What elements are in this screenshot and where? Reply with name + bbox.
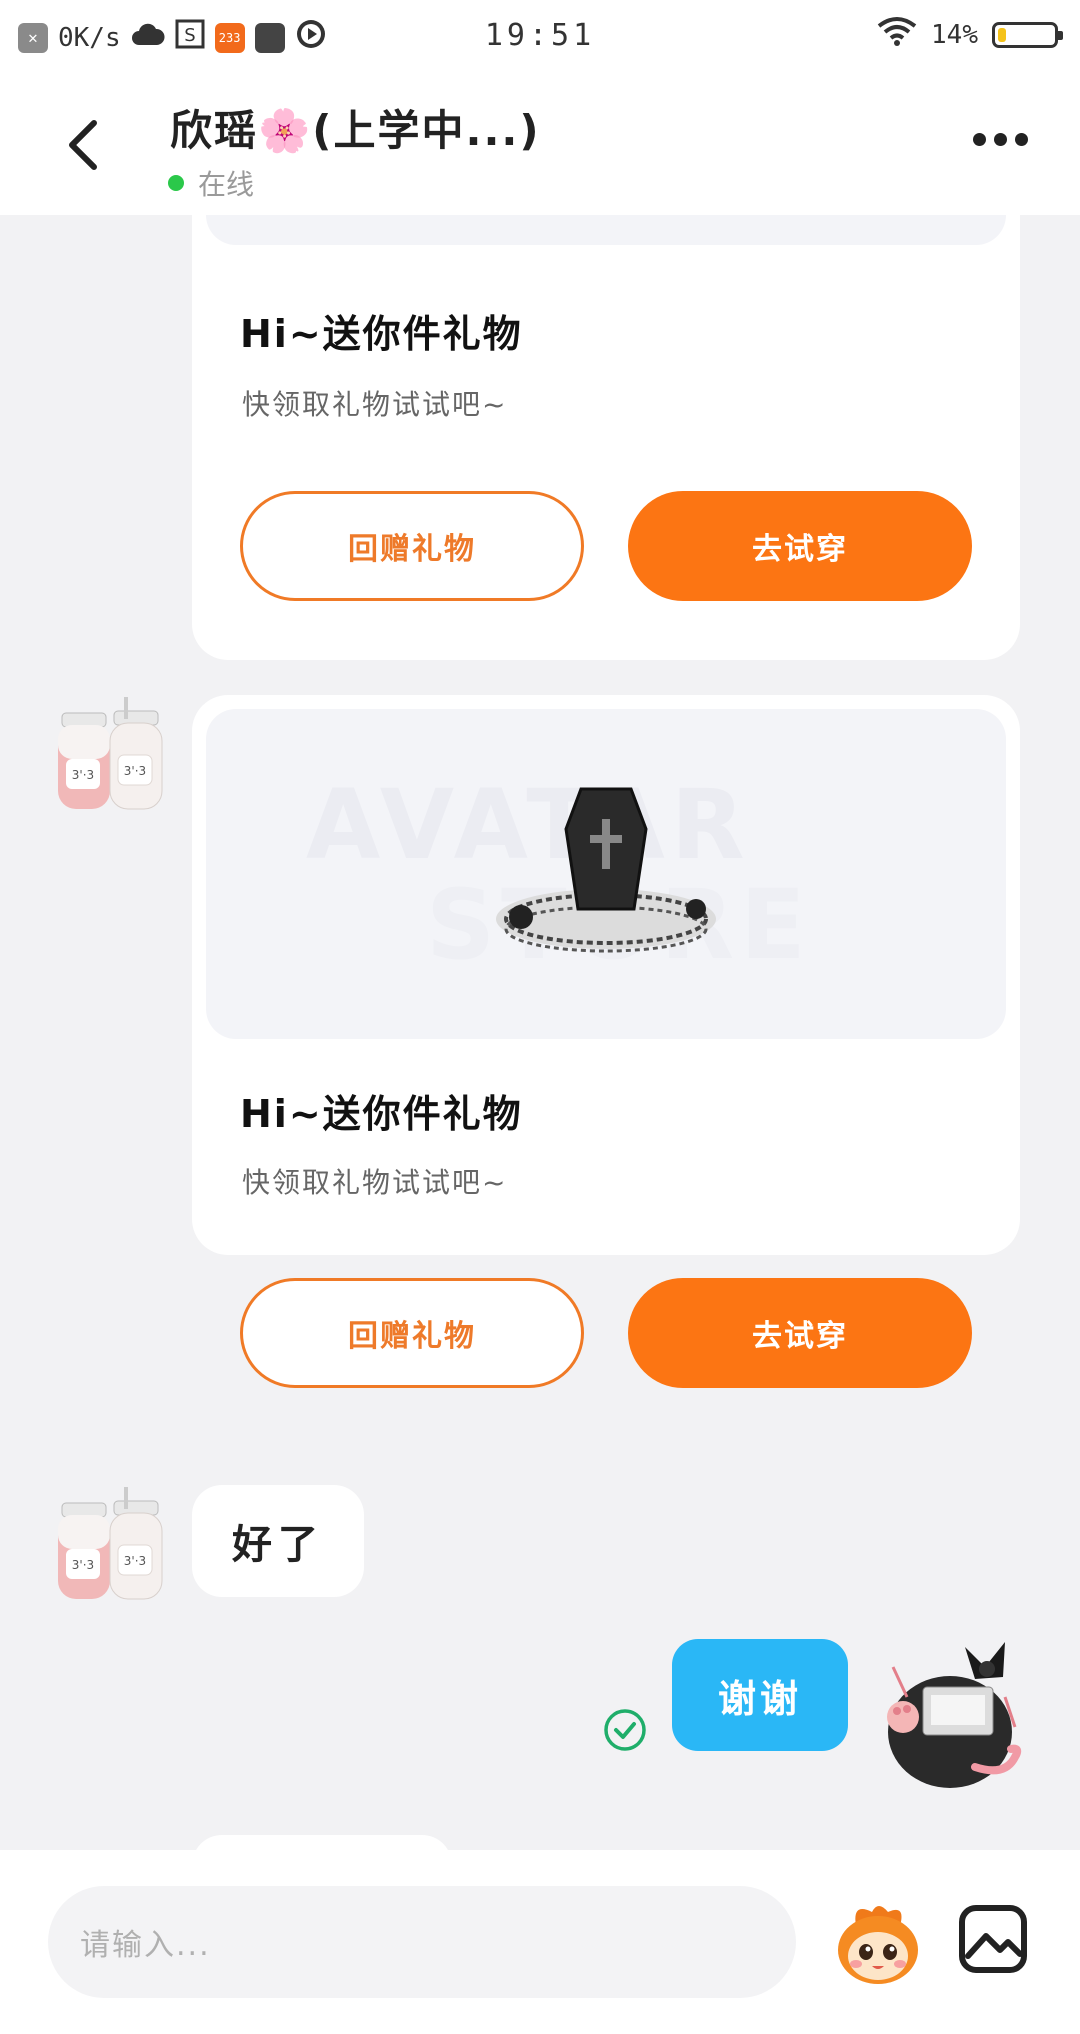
svg-text:3'·3: 3'·3 xyxy=(72,1558,94,1572)
svg-text:3'·3: 3'·3 xyxy=(124,1554,146,1568)
dot xyxy=(1015,133,1028,146)
image-icon xyxy=(959,1905,1027,1973)
battery-percent: 14% xyxy=(931,19,978,50)
emoji-button[interactable] xyxy=(832,1896,924,1988)
image-picker-button[interactable] xyxy=(958,1904,1028,1974)
cat-avatar-icon xyxy=(887,1642,1022,1788)
back-arrow-icon xyxy=(69,120,97,170)
online-status-label: 在线 xyxy=(198,168,255,201)
mascot-emoji-icon xyxy=(838,1906,918,1984)
gift-image-area[interactable]: AVATAR STORE xyxy=(206,709,1006,1039)
status-right-icons: 14% xyxy=(877,16,1063,53)
try-on-button[interactable]: 去试穿 xyxy=(628,491,972,601)
coffin-gift-icon xyxy=(496,787,716,953)
gift-card-title: Hi~送你件礼物 xyxy=(240,312,523,356)
battery-icon xyxy=(992,21,1063,48)
gift-card-subtitle: 快领取礼物试试吧~ xyxy=(242,1166,508,1199)
more-options-button[interactable] xyxy=(973,133,1028,146)
chat-header: 欣瑶🌸(上学中...) 在线 xyxy=(0,75,1080,215)
message-input[interactable]: 请输入... xyxy=(48,1886,796,1998)
partial-message-bubble xyxy=(192,1835,452,1850)
gift-card-title: Hi~送你件礼物 xyxy=(240,1092,523,1136)
contact-name[interactable]: 欣瑶🌸(上学中...) xyxy=(170,97,541,158)
try-on-button[interactable]: 去试穿 xyxy=(628,1278,972,1388)
battery-level xyxy=(998,27,1006,42)
milk-bottles-avatar-icon: 3'·3 3'·3 xyxy=(58,697,163,810)
return-gift-button[interactable]: 回赠礼物 xyxy=(240,1278,584,1388)
contact-avatar[interactable]: 3'·3 3'·3 xyxy=(52,1485,174,1607)
gift-image-area[interactable] xyxy=(206,215,1006,245)
online-dot-icon xyxy=(168,175,184,191)
milk-bottles-avatar-icon: 3'·3 3'·3 xyxy=(58,1487,163,1600)
gift-card: AVATAR STORE Hi~送你件礼物 快领取礼物试试吧~ xyxy=(192,695,1020,1255)
wifi-icon xyxy=(877,16,917,53)
dot xyxy=(994,133,1007,146)
svg-text:3'·3: 3'·3 xyxy=(124,764,146,778)
gift-card: Hi~送你件礼物 快领取礼物试试吧~ 回赠礼物 去试穿 xyxy=(192,215,1020,660)
message-input-placeholder: 请输入... xyxy=(80,1928,211,1963)
svg-text:3'·3: 3'·3 xyxy=(72,768,94,782)
back-button[interactable] xyxy=(60,115,110,175)
chat-message-list[interactable]: Hi~送你件礼物 快领取礼物试试吧~ 回赠礼物 去试穿 3'·3 3'·3 AV… xyxy=(0,215,1080,1850)
return-gift-button[interactable]: 回赠礼物 xyxy=(240,491,584,601)
online-status: 在线 xyxy=(168,163,254,203)
sent-message-bubble[interactable]: 谢谢 xyxy=(672,1639,848,1751)
gift-card-subtitle: 快领取礼物试试吧~ xyxy=(242,388,508,421)
my-avatar[interactable] xyxy=(875,1637,1025,1797)
message-input-bar: 请输入... xyxy=(0,1850,1080,2034)
dot xyxy=(973,133,986,146)
status-bar: ✕ 0K/s S 233 19:51 14% xyxy=(0,0,1080,75)
received-message-bubble[interactable]: 好了 xyxy=(192,1485,364,1597)
read-check-icon xyxy=(604,1709,646,1751)
contact-avatar[interactable]: 3'·3 3'·3 xyxy=(52,695,174,817)
